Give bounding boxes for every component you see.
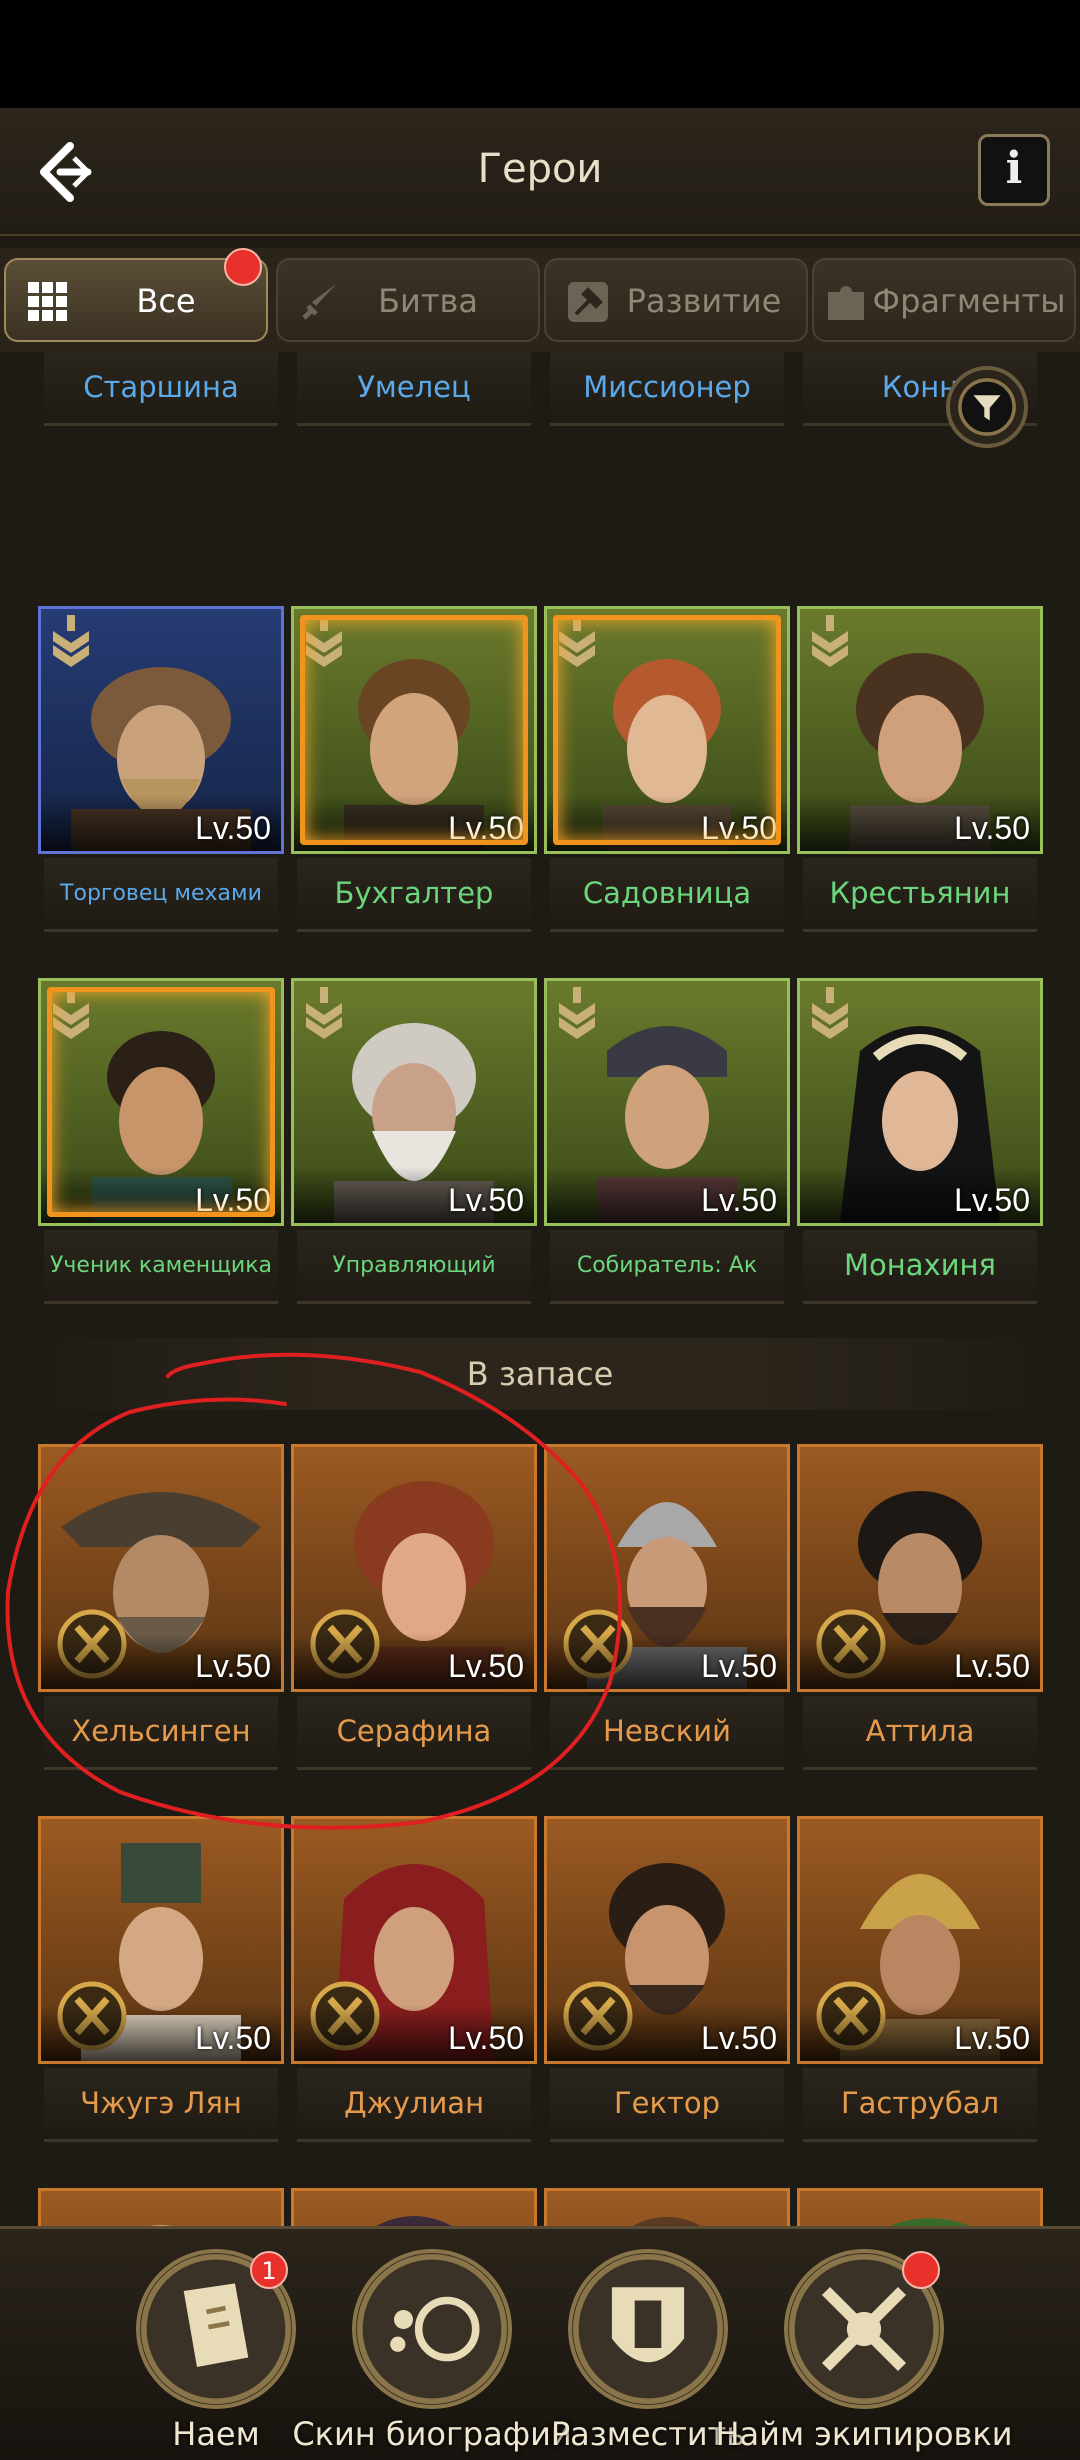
hero-name: Торговец мехами [44,858,278,932]
notification-badge: 1 [250,2251,288,2289]
hero-level: Lv.50 [954,2020,1030,2056]
hero-level: Lv.50 [954,1182,1030,1218]
header: Герои i [0,108,1080,236]
hero-name: Хельсинген [44,1696,278,1770]
rank-chevron-icon [559,987,595,1039]
hero-level: Lv.50 [195,1182,271,1218]
hero-name: Джулиан [297,2068,531,2142]
hero-card-mason-apprentice[interactable]: Lv.50 [38,978,284,1226]
hero-name: Крестьянин [803,858,1037,932]
filter-icon[interactable] [946,366,1028,448]
tab-fragments[interactable]: Фрагменты [812,258,1076,342]
tab-battle-label: Битва [378,282,478,320]
hero-name: Чжугэ Лян [44,2068,278,2142]
hero-level: Lv.50 [701,2020,777,2056]
tab-development-label: Развитие [626,282,782,320]
hero-level: Lv.50 [701,1648,777,1684]
hero-card-gardener[interactable]: Lv.50 [544,606,790,854]
hero-name: Старшина [44,352,278,426]
hero-name: Невский [550,1696,784,1770]
tab-development[interactable]: Развитие [544,258,808,342]
bottom-nav-label: Найм экипировки [715,2415,1013,2453]
rank-chevron-icon [53,615,89,667]
hero-level: Lv.50 [448,1182,524,1218]
hero-name: Аттила [803,1696,1037,1770]
hero-list[interactable]: Старшина Умелец Миссионер Конн Lv.50 Тор… [0,352,1080,2232]
bottom-nav: 1 Наем Скин биографии Разместить Найм эк… [0,2226,1080,2460]
hero-card-nun[interactable]: Lv.50 [797,978,1043,1226]
rank-chevron-icon [559,615,595,667]
hero-portrait [603,659,731,851]
tab-bar: Все Битва Развитие Фрагменты [0,248,1080,352]
rank-chevron-icon [306,615,342,667]
hero-level: Lv.50 [448,2020,524,2056]
hero-name: Умелец [297,352,531,426]
heroes-screen: Герои i Все Битва Развитие Фрагменты Ста… [0,108,1080,2460]
hero-name: Монахиня [803,1230,1037,1304]
hero-name: Серафина [297,1696,531,1770]
status-bar [0,0,1080,108]
hero-level: Lv.50 [701,1182,777,1218]
hero-card-hasdrubal[interactable]: Lv.50 [797,1816,1043,2064]
hero-name: Собиратель: Ак [550,1230,784,1304]
level-bar [41,1167,281,1223]
notification-dot [902,2251,940,2289]
hero-level: Lv.50 [195,2020,271,2056]
hero-level: Lv.50 [195,810,271,846]
rank-chevron-icon [812,615,848,667]
hero-card-julian[interactable]: Lv.50 [291,1816,537,2064]
hero-name: Гаструбал [803,2068,1037,2142]
hero-name: Садовница [550,858,784,932]
hero-name: Управляющий [297,1230,531,1304]
hero-card-steward[interactable]: Lv.50 [291,978,537,1226]
equipment-hire-button[interactable]: Найм экипировки [715,2229,1013,2460]
hero-level: Lv.50 [448,1648,524,1684]
puzzle-icon [828,286,864,320]
tab-fragments-label: Фрагменты [872,282,1066,320]
level-bar [294,795,534,851]
hero-name: Бухгалтер [297,858,531,932]
hero-name: Ученик каменщика [44,1230,278,1304]
hero-card-gatherer[interactable]: Lv.50 [544,978,790,1226]
hero-level: Lv.50 [954,1648,1030,1684]
tab-notification-dot [224,248,262,286]
hero-name: Гектор [550,2068,784,2142]
skin-icon [352,2249,512,2409]
hero-card-hector[interactable]: Lv.50 [544,1816,790,2064]
hero-card-serafina[interactable]: Lv.50 [291,1444,537,1692]
hero-card-zhuge-liang[interactable]: Lv.50 [38,1816,284,2064]
rank-chevron-icon [53,987,89,1039]
hero-level: Lv.50 [448,810,524,846]
rank-chevron-icon [306,987,342,1039]
hero-name: Миссионер [550,352,784,426]
hero-portrait [344,659,484,851]
tab-all-label: Все [136,282,196,320]
hero-level: Lv.50 [701,810,777,846]
reserve-section-header: В запасе [0,1338,1080,1410]
hero-level: Lv.50 [195,1648,271,1684]
info-button[interactable]: i [978,134,1050,206]
hero-card-attila[interactable]: Lv.50 [797,1444,1043,1692]
hero-portrait [91,1031,231,1223]
level-bar [547,795,787,851]
hero-card-peasant[interactable]: Lv.50 [797,606,1043,854]
page-title: Герои [477,146,603,192]
hero-card-helsingen[interactable]: Lv.50 [38,1444,284,1692]
hero-card-nevsky[interactable]: Lv.50 [544,1444,790,1692]
hero-card-fur-trader[interactable]: Lv.50 [38,606,284,854]
grid-icon [28,282,67,321]
tab-battle[interactable]: Битва [276,258,540,342]
hero-level: Lv.50 [954,810,1030,846]
rank-chevron-icon [812,987,848,1039]
tower-shield-icon [568,2249,728,2409]
hero-card-accountant[interactable]: Lv.50 [291,606,537,854]
